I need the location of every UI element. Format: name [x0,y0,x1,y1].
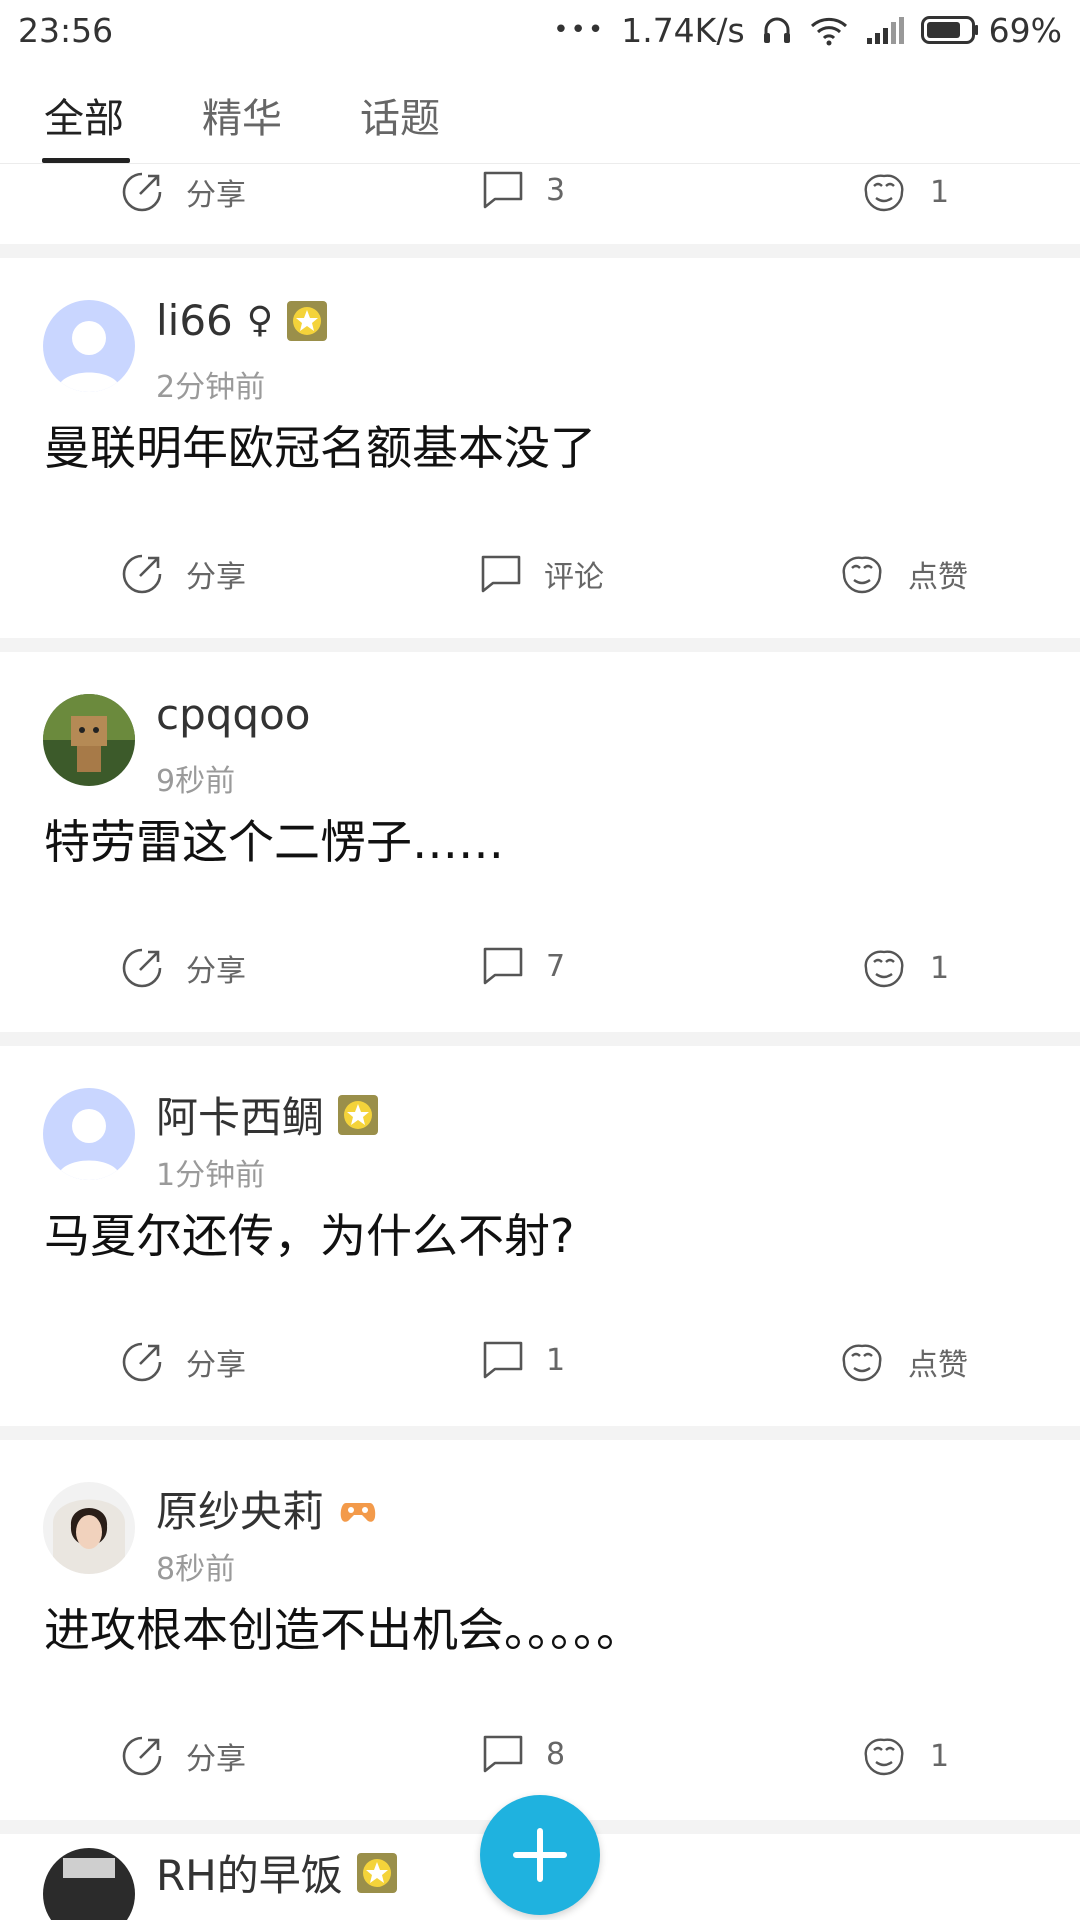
share-button[interactable]: 分享 [120,946,246,990]
battery-icon [920,16,978,44]
battery: 69% [920,10,1062,50]
gender-female-icon: ♀ [246,300,274,341]
post-text[interactable]: 曼联明年欧冠名额基本没了 [0,408,1080,522]
post-card[interactable]: li66 ♀ 2分钟前 曼联明年欧冠名额基本没了 分享 评论 点赞 [0,258,1080,638]
username[interactable]: 阿卡西鲷 [156,1084,324,1145]
new-post-button[interactable] [480,1795,600,1915]
feed-separator [0,244,1080,258]
gamepad-badge-icon [340,1502,376,1522]
share-icon [122,1736,162,1776]
comment-button[interactable]: 8 [482,1734,565,1774]
username[interactable]: RH的早饭 [156,1842,343,1903]
share-button[interactable]: 分享 [120,170,246,214]
post-actions: 分享 3 1 [0,164,1080,244]
tab-active-indicator [42,158,130,163]
tab-featured[interactable]: 精华 [202,86,282,144]
avatar[interactable] [43,1482,135,1574]
post-feed[interactable]: 分享 3 1 li66 ♀ 2分钟前 曼联明年欧冠名额基本没了 分享 评论 点赞… [0,164,1080,1920]
post-card-partial: 分享 3 1 [0,164,1080,244]
share-icon [122,1342,162,1382]
plus-icon [513,1828,567,1882]
headphones-icon [763,17,790,43]
gold-star-badge-icon [338,1094,379,1135]
comment-button[interactable]: 3 [482,170,565,210]
username-row: 阿卡西鲷 [156,1084,379,1145]
comment-icon [481,555,521,593]
username-row: RH的早饭 [156,1842,397,1903]
more-dots-icon: ••• [553,15,606,45]
share-button[interactable]: 分享 [120,1340,246,1384]
wifi-icon [810,17,847,46]
post-header: cpqqoo 9秒前 [0,652,1080,802]
tab-all[interactable]: 全部 [44,86,124,144]
like-button[interactable]: 点赞 [838,552,968,596]
comment-button[interactable]: 1 [482,1340,565,1380]
username-row: 原纱央莉 [156,1478,378,1539]
feed-separator [0,638,1080,652]
status-time: 23:56 [18,10,114,50]
status-bar: 23:56 ••• 1.74K/s 69% [0,0,1080,60]
post-card[interactable]: cpqqoo 9秒前 特劳雷这个二愣子…… 分享 7 1 [0,652,1080,1032]
post-text[interactable]: 特劳雷这个二愣子…… [0,802,1080,916]
user-photo-avatar [43,694,135,786]
post-card[interactable]: 原纱央莉 8秒前 进攻根本创造不出机会。。。。。 分享 8 1 [0,1440,1080,1820]
avatar[interactable] [43,300,135,392]
share-icon [122,554,162,594]
user-photo-avatar [43,1482,135,1574]
post-header: 阿卡西鲷 1分钟前 [0,1046,1080,1196]
post-text[interactable]: 进攻根本创造不出机会。。。。。 [0,1590,1080,1704]
post-time: 8秒前 [156,1552,236,1587]
post-text[interactable]: 马夏尔还传，为什么不射? [0,1196,1080,1310]
like-button[interactable]: 点赞 [838,1340,968,1384]
like-button[interactable]: 1 [860,946,949,990]
avatar[interactable] [43,1088,135,1180]
share-button[interactable]: 分享 [120,1734,246,1778]
gold-star-badge-icon [356,1852,397,1893]
post-time: 2分钟前 [156,370,266,405]
avatar[interactable] [43,694,135,786]
post-actions: 分享 1 点赞 [0,1310,1080,1426]
avatar[interactable] [43,1848,135,1920]
post-time: 9秒前 [156,764,236,799]
feed-separator [0,1032,1080,1046]
thumbs-up-hand-icon [864,174,904,212]
status-icons: ••• 1.74K/s 69% [553,11,1062,50]
post-actions: 分享 评论 点赞 [0,522,1080,638]
post-actions: 分享 7 1 [0,916,1080,1032]
username[interactable]: cpqqoo [156,690,310,739]
comment-button[interactable]: 7 [482,946,565,986]
thumbs-up-hand-icon [864,950,904,988]
default-avatar-icon [43,1088,135,1180]
comment-icon [483,1735,523,1773]
user-photo-avatar [43,1848,135,1920]
username-row: cpqqoo [156,690,310,739]
battery-percent: 69% [988,10,1062,50]
tab-topics[interactable]: 话题 [360,86,440,144]
like-button[interactable]: 1 [860,170,949,214]
share-icon [122,948,162,988]
tab-bar: 全部 精华 话题 [0,60,1080,164]
post-time: 1分钟前 [156,1158,266,1193]
thumbs-up-hand-icon [864,1738,904,1776]
thumbs-up-hand-icon [842,1344,882,1382]
share-button[interactable]: 分享 [120,552,246,596]
network-speed: 1.74K/s [621,10,745,50]
default-avatar-icon [43,300,135,392]
username[interactable]: li66 [156,296,233,345]
comment-icon [483,1341,523,1379]
like-button[interactable]: 1 [860,1734,949,1778]
comment-icon [483,171,523,209]
username[interactable]: 原纱央莉 [156,1478,324,1539]
thumbs-up-hand-icon [842,556,882,594]
feed-separator [0,1426,1080,1440]
post-header: 原纱央莉 8秒前 [0,1440,1080,1590]
comment-icon [483,947,523,985]
share-icon [122,172,162,212]
username-row: li66 ♀ [156,296,328,345]
gold-star-badge-icon [287,300,328,341]
post-header: li66 ♀ 2分钟前 [0,258,1080,408]
comment-button[interactable]: 评论 [480,552,604,596]
signal-icon [866,17,904,44]
post-card[interactable]: 阿卡西鲷 1分钟前 马夏尔还传，为什么不射? 分享 1 点赞 [0,1046,1080,1426]
